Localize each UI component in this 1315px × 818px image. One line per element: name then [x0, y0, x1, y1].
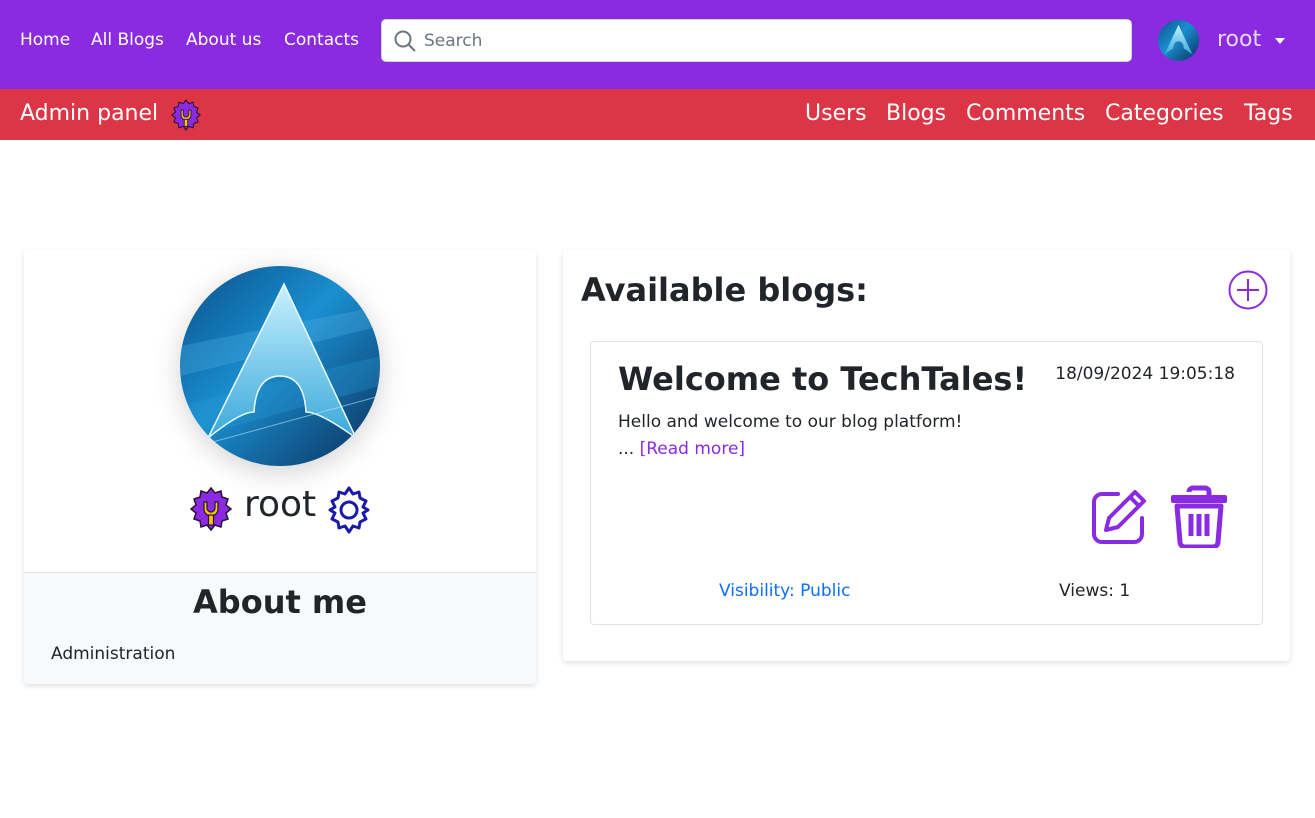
- user-menu-caret-icon[interactable]: [1275, 38, 1285, 44]
- plus-circle-icon[interactable]: [1228, 270, 1268, 310]
- profile-avatar: [180, 266, 380, 466]
- edit-icon[interactable]: [1088, 488, 1148, 548]
- about-me-section: About me Administration: [24, 572, 536, 684]
- profile-username: root: [244, 484, 317, 525]
- admin-link-blogs[interactable]: Blogs: [886, 100, 946, 128]
- nav-link-about-us[interactable]: About us: [186, 29, 261, 51]
- blog-title[interactable]: Welcome to TechTales!: [618, 360, 1027, 398]
- profile-card: root About me Administration: [24, 250, 536, 684]
- blog-excerpt-ellipsis: ...: [618, 439, 640, 459]
- blog-visibility[interactable]: Visibility: Public: [719, 580, 850, 602]
- admin-bar: Admin panel Users Blogs Comments Categor…: [0, 89, 1315, 140]
- blog-excerpt-more-line: ... [Read more]: [618, 436, 962, 463]
- admin-link-categories[interactable]: Categories: [1105, 100, 1224, 128]
- admin-gear-wrench-icon: [189, 486, 233, 532]
- nav-link-all-blogs[interactable]: All Blogs: [91, 29, 164, 51]
- search-input[interactable]: [424, 20, 1124, 61]
- blog-date: 18/09/2024 19:05:18: [1055, 364, 1235, 384]
- read-more-link[interactable]: [Read more]: [640, 439, 745, 459]
- settings-gear-icon[interactable]: [324, 485, 374, 535]
- admin-panel-title[interactable]: Admin panel: [20, 100, 158, 128]
- user-avatar[interactable]: [1158, 20, 1199, 61]
- search-icon: [394, 30, 416, 52]
- blog-excerpt: Hello and welcome to our blog platform! …: [618, 409, 962, 463]
- search-box: [381, 19, 1132, 62]
- about-me-title: About me: [193, 583, 367, 621]
- nav-link-contacts[interactable]: Contacts: [284, 29, 359, 51]
- trash-icon[interactable]: [1167, 484, 1231, 548]
- blog-views: Views: 1: [1059, 581, 1131, 601]
- admin-link-users[interactable]: Users: [805, 100, 867, 128]
- admin-gear-wrench-icon: [170, 99, 202, 131]
- admin-link-comments[interactable]: Comments: [966, 100, 1085, 128]
- admin-link-tags[interactable]: Tags: [1244, 100, 1293, 128]
- blogs-card: Available blogs: Welcome to TechTales! 1…: [563, 250, 1290, 661]
- blog-excerpt-text: Hello and welcome to our blog platform!: [618, 412, 963, 432]
- available-blogs-title: Available blogs:: [581, 271, 868, 309]
- nav-link-home[interactable]: Home: [20, 29, 70, 51]
- user-menu-name[interactable]: root: [1217, 27, 1261, 53]
- blog-item: Welcome to TechTales! 18/09/2024 19:05:1…: [590, 341, 1263, 625]
- top-navbar: Home All Blogs About us Contacts root: [0, 0, 1315, 89]
- about-me-text: Administration: [51, 644, 176, 664]
